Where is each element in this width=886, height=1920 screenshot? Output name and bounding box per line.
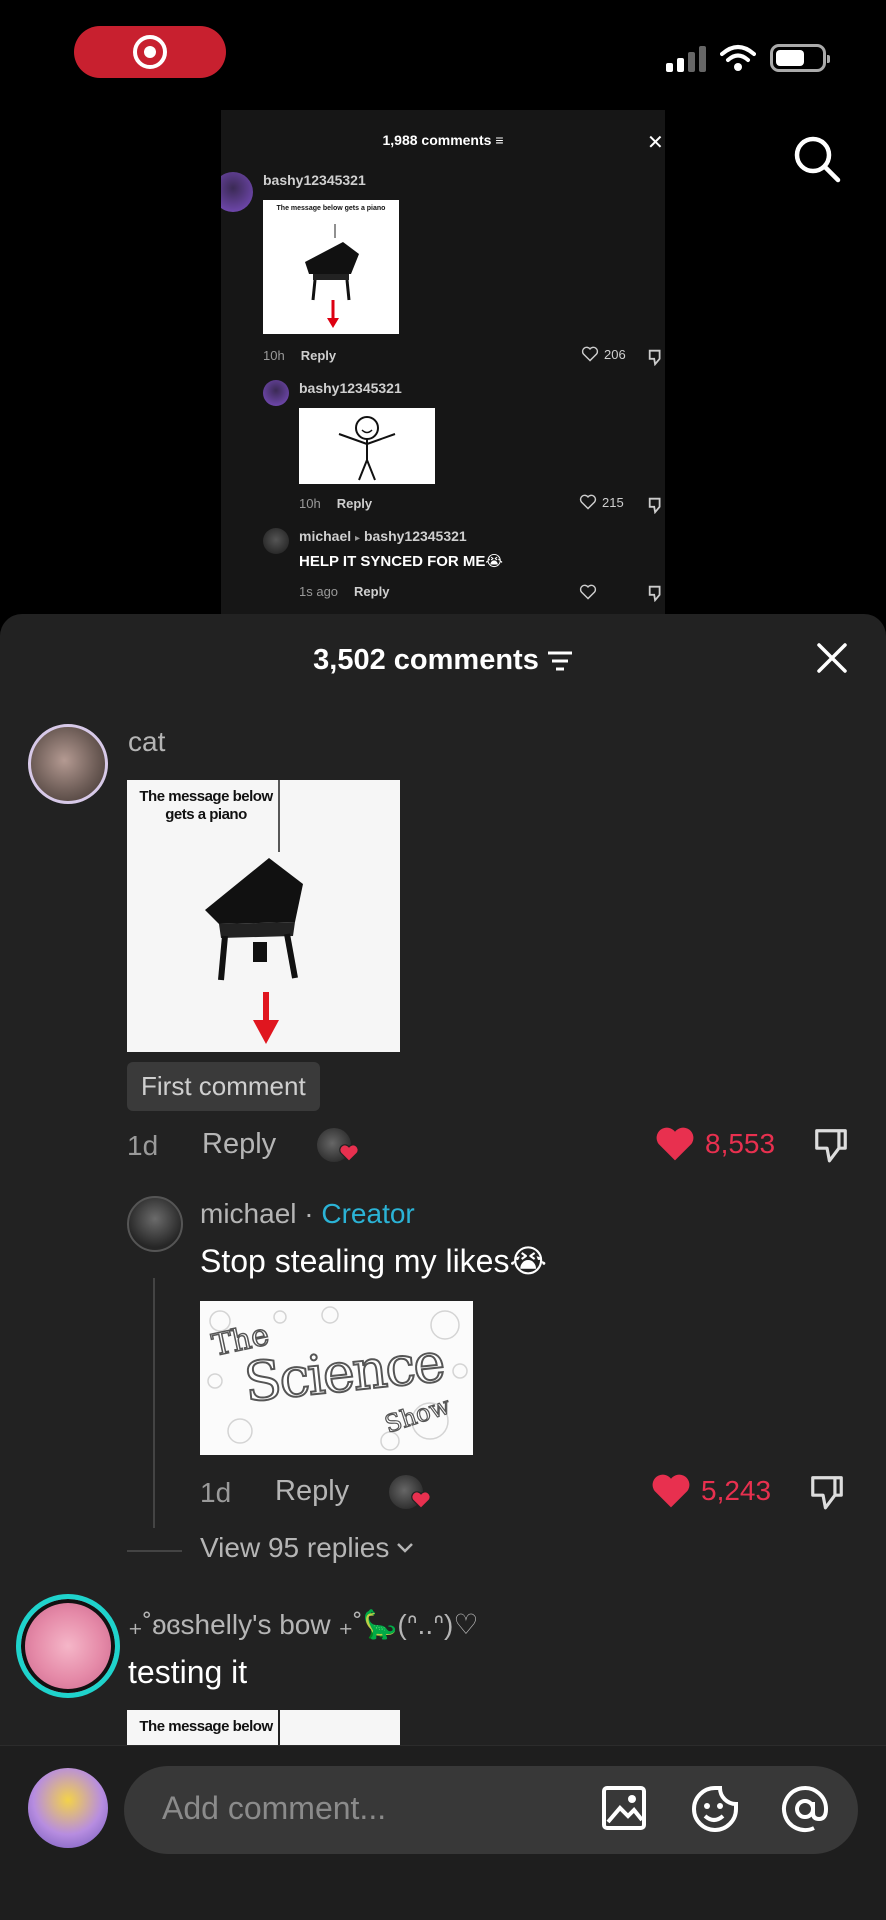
embedded-video-comments: 1,988 comments ≡ ✕ bashy12345321 The mes… xyxy=(221,110,665,614)
heart-icon xyxy=(579,584,597,600)
status-icons xyxy=(666,44,830,72)
comment-time: 1d xyxy=(127,1130,159,1161)
comment-image[interactable]: The message below gets a piano xyxy=(127,780,400,1052)
close-icon[interactable] xyxy=(816,642,848,674)
comment-username: michael xyxy=(299,528,352,544)
sticker-icon[interactable] xyxy=(690,1784,740,1834)
comment-username-line: michael · Creator xyxy=(200,1198,415,1230)
comment-image: The message below gets a piano xyxy=(263,200,399,334)
comment-time: 10h xyxy=(299,496,321,511)
comment-input[interactable]: Add comment... xyxy=(124,1766,858,1854)
like-count: 215 xyxy=(602,494,624,510)
avatar xyxy=(221,172,253,212)
dislike-icon[interactable] xyxy=(808,1473,846,1511)
view-replies-label: View 95 replies xyxy=(200,1532,390,1563)
dislike-icon xyxy=(648,349,661,366)
comment-text: testing it xyxy=(128,1654,248,1690)
heart-badge-icon xyxy=(411,1491,431,1509)
comment-username[interactable]: cat xyxy=(128,726,165,758)
comment-text: HELP IT SYNCED FOR ME😭 xyxy=(299,553,503,570)
reply-button[interactable]: Reply xyxy=(202,1128,276,1161)
comment-placeholder: Add comment... xyxy=(162,1790,387,1826)
heart-icon xyxy=(579,494,597,510)
reply-button: Reply xyxy=(354,584,390,599)
wifi-icon xyxy=(720,45,756,71)
thread-line xyxy=(153,1278,155,1528)
comment-text: Stop stealing my likes😭 xyxy=(200,1243,547,1279)
comment-username: bashy12345321 xyxy=(263,172,366,188)
image-caption: The message below gets a piano xyxy=(276,205,386,212)
chevron-down-icon xyxy=(397,1543,414,1553)
close-icon: ✕ xyxy=(647,132,664,154)
record-icon xyxy=(133,35,167,69)
reply-button: Reply xyxy=(300,348,337,363)
reply-button: Reply xyxy=(336,496,373,511)
dislike-icon[interactable] xyxy=(812,1126,850,1164)
comment-time: 1s ago xyxy=(299,584,339,599)
my-avatar[interactable] xyxy=(28,1768,108,1848)
comments-sheet: 3,502 comments cat The message below get… xyxy=(0,614,886,1920)
like-count: 206 xyxy=(604,346,626,362)
separator: · xyxy=(304,1198,314,1229)
first-comment-badge: First comment xyxy=(127,1062,320,1111)
like-count: 8,553 xyxy=(705,1128,776,1159)
heart-badge-icon xyxy=(339,1144,359,1162)
like-button: 215 xyxy=(579,494,624,510)
avatar[interactable] xyxy=(127,1196,183,1252)
heart-filled-icon xyxy=(652,1474,690,1508)
like-button[interactable]: 8,553 xyxy=(655,1126,775,1162)
signal-icon xyxy=(666,44,706,72)
avatar xyxy=(263,380,289,406)
comment-time: 1d xyxy=(200,1477,232,1508)
like-button: 206 xyxy=(581,346,626,362)
comment-username: bashy12345321 xyxy=(299,380,402,396)
mention-icon[interactable] xyxy=(780,1784,830,1834)
avatar xyxy=(263,528,289,554)
comments-count: 3,502 comments xyxy=(313,644,539,676)
view-replies-button[interactable]: View 95 replies xyxy=(200,1532,415,1564)
creator-label: Creator xyxy=(321,1198,415,1229)
filter-icon[interactable] xyxy=(547,650,573,672)
like-button[interactable]: 5,243 xyxy=(651,1473,771,1509)
comment-image xyxy=(299,408,435,484)
reply-button[interactable]: Reply xyxy=(275,1475,349,1508)
dislike-icon xyxy=(648,585,661,602)
image-caption: The message below xyxy=(139,1718,273,1735)
view-replies-line xyxy=(127,1550,182,1552)
avatar[interactable] xyxy=(16,1594,120,1698)
comment-composer: Add comment... xyxy=(0,1745,886,1920)
image-icon[interactable] xyxy=(600,1784,648,1832)
comments-header: 3,502 comments xyxy=(0,644,886,677)
dislike-icon xyxy=(648,497,661,514)
comment-username-line: michael ▸ bashy12345321 xyxy=(299,528,467,544)
comment-time: 10h xyxy=(263,348,285,363)
search-icon[interactable] xyxy=(792,134,842,184)
like-count: 5,243 xyxy=(701,1475,772,1506)
reply-to-username: bashy12345321 xyxy=(363,528,467,544)
comment-username[interactable]: ₊˚ʚɞshelly's bow ₊˚🦕(ᐢ..ᐢ)♡ xyxy=(128,1608,478,1641)
avatar[interactable] xyxy=(28,724,108,804)
comment-username[interactable]: michael xyxy=(200,1198,296,1229)
inner-comments-title: 1,988 comments ≡ xyxy=(382,132,504,148)
heart-icon xyxy=(581,346,599,362)
heart-filled-icon xyxy=(656,1127,694,1161)
battery-icon xyxy=(770,44,830,72)
comment-image[interactable]: The Science Show xyxy=(200,1301,473,1455)
screen-recording-indicator[interactable] xyxy=(74,26,226,78)
